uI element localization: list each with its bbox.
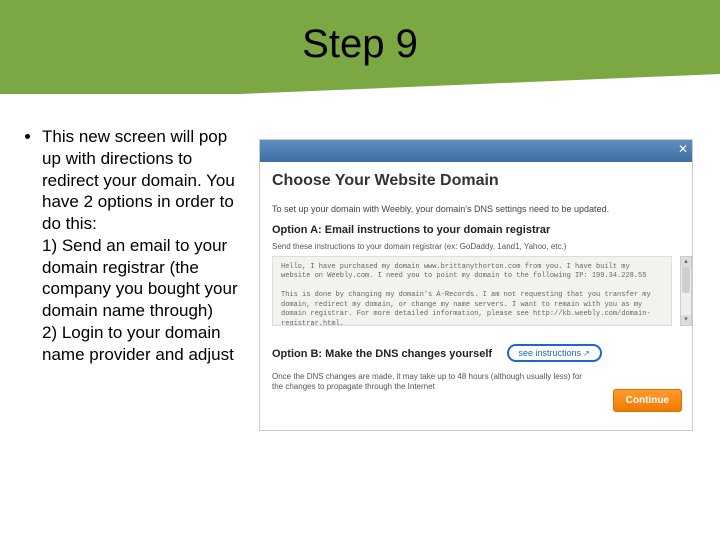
slide-title: Step 9 [0,22,720,67]
scroll-up-icon[interactable]: ▴ [681,257,691,267]
email-instructions-box[interactable]: Hello, I have purchased my domain www.br… [272,256,672,326]
option-a-subtext: Send these instructions to your domain r… [272,242,566,251]
modal-titlebar: ✕ [260,140,692,162]
close-icon[interactable]: ✕ [678,142,688,156]
continue-button[interactable]: Continue [613,389,682,412]
see-instructions-label: see instructions [519,348,582,358]
see-instructions-link[interactable]: see instructions↗ [507,344,602,362]
modal-intro: To set up your domain with Weebly, your … [272,204,609,214]
bullet-text: This new screen will pop up with directi… [42,126,238,365]
option-b-title: Option B: Make the DNS changes yourself [272,348,492,360]
option-a-title: Option A: Email instructions to your dom… [272,224,550,236]
external-link-icon: ↗ [583,349,590,358]
scroll-thumb[interactable] [682,267,690,293]
email-scrollbar[interactable]: ▴ ▾ [680,256,692,326]
embedded-screenshot: ✕ Choose Your Website Domain To set up y… [260,140,692,430]
modal-heading: Choose Your Website Domain [272,172,499,190]
dns-footer-note: Once the DNS changes are made, it may ta… [272,372,592,393]
scroll-down-icon[interactable]: ▾ [681,315,691,325]
slide-body: This new screen will pop up with directi… [28,126,238,365]
